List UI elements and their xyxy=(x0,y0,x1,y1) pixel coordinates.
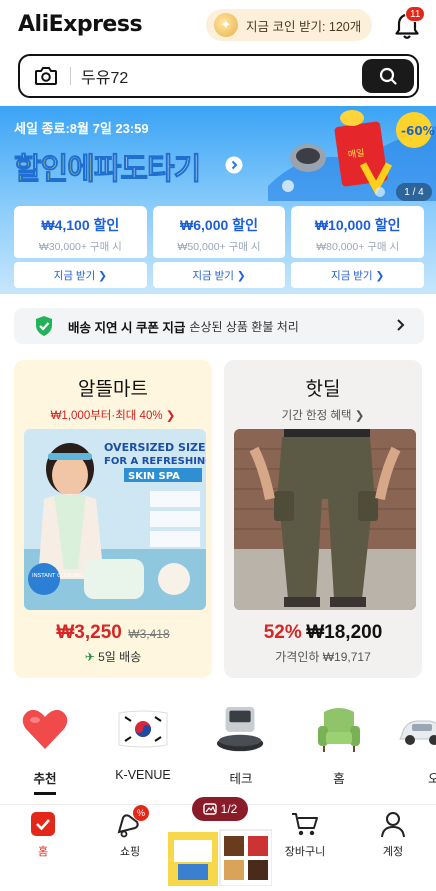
notification-count-badge: 11 xyxy=(405,6,426,22)
banner-page-indicator: 1 / 4 xyxy=(396,183,432,201)
image-stack-icon xyxy=(202,803,217,815)
car-icon xyxy=(396,702,436,756)
shield-check-icon xyxy=(36,316,52,336)
tab-home[interactable]: 홈 xyxy=(8,809,78,859)
selected-underline xyxy=(34,792,56,795)
svg-text:OVERSIZED SIZE: OVERSIZED SIZE xyxy=(104,441,206,454)
category-strip: 추천 K-VENUE 테크 홈 오 xyxy=(0,702,436,795)
original-price: ₩3,418 xyxy=(128,627,170,641)
card-title: 핫딜 xyxy=(305,379,341,400)
hot-deal-card[interactable]: 핫딜 기간 한정 혜택 ❯ 52% ₩18,200 가격인하 ₩19,717 xyxy=(224,360,422,678)
svg-text:FOR A REFRESHING: FOR A REFRESHING xyxy=(104,456,206,467)
current-price: ₩3,250 xyxy=(56,622,122,643)
coupon-row: ₩4,100 할인 ₩30,000+ 구매 시 지금 받기 ❯ ₩6,000 할… xyxy=(14,206,425,288)
account-icon xyxy=(378,809,408,839)
tab-label: 계정 xyxy=(382,846,404,858)
coupon-card[interactable]: ₩4,100 할인 ₩30,000+ 구매 시 지금 받기 ❯ xyxy=(14,206,147,288)
category-label: 홈 xyxy=(333,772,345,786)
cargo-pants-product-image[interactable] xyxy=(234,429,416,610)
aliexpress-logo[interactable]: AliExpress xyxy=(18,12,143,37)
shipping-days: 5일 배송 xyxy=(98,650,142,664)
coupon-body: ₩4,100 할인 ₩30,000+ 구매 시 xyxy=(14,206,147,258)
shipping-guarantee-notice[interactable]: 배송 지연 시 쿠폰 지급 손상된 상품 환불 처리 xyxy=(14,308,424,344)
heart-icon xyxy=(18,702,72,756)
tab-label: 홈 xyxy=(37,846,49,858)
korea-flag-icon xyxy=(116,702,170,756)
plane-icon: ✈ xyxy=(84,650,95,664)
card-subtitle: 기간 한정 혜택 ❯ xyxy=(281,410,365,422)
robot-vacuum-icon xyxy=(214,702,268,756)
floating-preview-thumbnails[interactable] xyxy=(168,826,273,887)
category-k-venue[interactable]: K-VENUE xyxy=(108,702,178,782)
tab-label: 장바구니 xyxy=(284,846,326,858)
floating-pager[interactable]: 1/2 xyxy=(192,797,248,821)
tab-shopping[interactable]: % 쇼핑 xyxy=(95,805,165,859)
camera-icon xyxy=(35,67,57,85)
banner-title-rest: 파도타기 xyxy=(93,152,201,188)
svg-text:매일: 매일 xyxy=(347,148,365,161)
search-button[interactable] xyxy=(362,59,414,93)
price-drop-info: 가격인하 ₩19,717 xyxy=(275,650,371,664)
claim-coupon-button[interactable]: 지금 받기 ❯ xyxy=(14,262,147,288)
coupon-amount: ₩4,100 할인 xyxy=(41,217,120,233)
shipping-info: ✈ 5일 배송 xyxy=(14,648,212,665)
tab-account[interactable]: 계정 xyxy=(358,809,428,859)
coupon-body: ₩10,000 할인 ₩80,000+ 구매 시 xyxy=(291,206,425,258)
tab-label: 쇼핑 xyxy=(119,846,141,858)
notice-subtitle: 손상된 상품 환불 처리 xyxy=(189,319,299,334)
current-price: ₩18,200 xyxy=(306,622,383,643)
coupon-card[interactable]: ₩10,000 할인 ₩80,000+ 구매 시 지금 받기 ❯ xyxy=(291,206,425,288)
category-label: 오 xyxy=(428,772,436,786)
coupon-body: ₩6,000 할인 ₩50,000+ 구매 시 xyxy=(152,206,286,258)
tab-cart[interactable]: 장바구니 xyxy=(270,809,340,859)
banner-title-highlight: 할인에 xyxy=(14,152,96,188)
chevron-right-icon xyxy=(397,319,405,331)
banner-arrow-icon[interactable] xyxy=(225,156,243,174)
svg-text:INSTANT COOLING: INSTANT COOLING xyxy=(32,573,83,579)
card-title: 알뜰마트 xyxy=(78,379,148,400)
coin-icon: ✦ xyxy=(214,13,238,37)
promo-banner[interactable]: 세일 종료:8월 7일 23:59 할인에파도타기 매일 -60% 1 / 4 … xyxy=(0,106,436,294)
coupon-amount: ₩10,000 할인 xyxy=(314,217,401,233)
category-label: 추천 xyxy=(33,772,57,786)
coupon-condition: ₩50,000+ 구매 시 xyxy=(177,241,261,253)
search-icon xyxy=(379,67,397,85)
discount-percent: 52% xyxy=(263,622,302,643)
armchair-icon xyxy=(312,702,366,756)
claim-coupon-button[interactable]: 지금 받기 ❯ xyxy=(291,262,425,288)
shopping-badge: % xyxy=(133,805,149,821)
category-tech[interactable]: 테크 xyxy=(206,702,276,787)
shopping-icon: % xyxy=(115,805,149,839)
category-label: 테크 xyxy=(229,772,253,786)
search-divider xyxy=(70,67,71,85)
category-home[interactable]: 홈 xyxy=(304,702,374,787)
cart-icon xyxy=(290,809,320,839)
claim-coupon-button[interactable]: 지금 받기 ❯ xyxy=(152,262,286,288)
coupon-card[interactable]: ₩6,000 할인 ₩50,000+ 구매 시 지금 받기 ❯ xyxy=(152,206,286,288)
category-label: K-VENUE xyxy=(115,768,171,782)
search-input[interactable] xyxy=(81,67,362,85)
notice-title: 배송 지연 시 쿠폰 지급 xyxy=(68,320,186,335)
coupon-condition: ₩30,000+ 구매 시 xyxy=(38,241,122,253)
bargain-mart-card[interactable]: 알뜰마트 ₩1,000부터·최대 40% ❯ OVERSIZED SIZE FO… xyxy=(14,360,212,678)
card-subtitle: ₩1,000부터·최대 40% ❯ xyxy=(50,410,176,422)
coin-reward-label: 지금 코인 받기: 120개 xyxy=(246,19,362,34)
coupon-amount: ₩6,000 할인 xyxy=(180,217,258,233)
price-row: 52% ₩18,200 xyxy=(224,622,422,644)
svg-text:SKIN SPA: SKIN SPA xyxy=(128,471,180,482)
svg-text:-60%: -60% xyxy=(401,124,435,138)
pager-text: 1/2 xyxy=(220,802,238,816)
price-row: ₩3,250 ₩3,418 xyxy=(14,622,212,644)
cooling-towel-product-image[interactable]: OVERSIZED SIZE FOR A REFRESHING SKIN SPA… xyxy=(24,429,206,610)
app-header: AliExpress ✦ 지금 코인 받기: 120개 11 xyxy=(0,0,436,52)
coin-reward-button[interactable]: ✦ 지금 코인 받기: 120개 xyxy=(206,9,372,41)
home-icon xyxy=(28,809,58,839)
banner-title: 할인에파도타기 xyxy=(14,144,202,188)
category-auto[interactable]: 오 xyxy=(396,702,436,787)
camera-search-button[interactable] xyxy=(26,56,66,96)
coupon-condition: ₩80,000+ 구매 시 xyxy=(316,241,400,253)
category-recommended[interactable]: 추천 xyxy=(10,702,80,795)
sale-end-text: 세일 종료:8월 7일 23:59 xyxy=(14,121,149,136)
search-bar xyxy=(18,54,419,98)
